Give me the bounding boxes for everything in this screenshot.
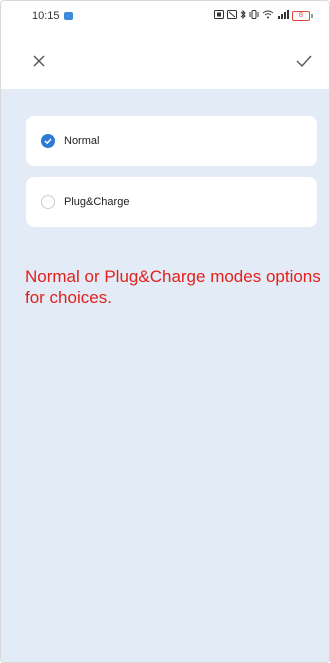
phone-screen: 10:15 8 Normal Plug&Charge Normal or Plu… [0, 0, 330, 663]
status-bar: 10:15 8 [1, 1, 329, 35]
battery-tip [311, 13, 313, 18]
status-time: 10:15 [32, 10, 60, 22]
radio-checked-icon[interactable] [41, 134, 55, 148]
radio-unchecked-icon[interactable] [41, 195, 55, 209]
wifi-icon [262, 10, 274, 21]
option-normal[interactable]: Normal [26, 116, 317, 166]
confirm-button[interactable] [295, 54, 313, 68]
status-icons: 8 [214, 9, 313, 21]
option-plug-charge[interactable]: Plug&Charge [26, 177, 317, 227]
annotation-text: Normal or Plug&Charge modes options for … [25, 267, 321, 307]
notification-app-icon [63, 12, 73, 20]
signal-icon [277, 10, 289, 21]
vibrate-icon [249, 10, 259, 21]
battery-icon: 8 [292, 10, 310, 21]
option-normal-label: Normal [64, 135, 100, 147]
close-button[interactable] [31, 53, 47, 69]
title-bar [1, 35, 329, 89]
option-plug-charge-label: Plug&Charge [64, 196, 130, 208]
bluetooth-icon [240, 9, 246, 21]
checkmark-icon [296, 55, 312, 68]
nfc-icon [214, 10, 224, 21]
mute-icon [227, 10, 237, 21]
close-icon [33, 55, 45, 67]
status-time-group: 10:15 [32, 10, 73, 22]
